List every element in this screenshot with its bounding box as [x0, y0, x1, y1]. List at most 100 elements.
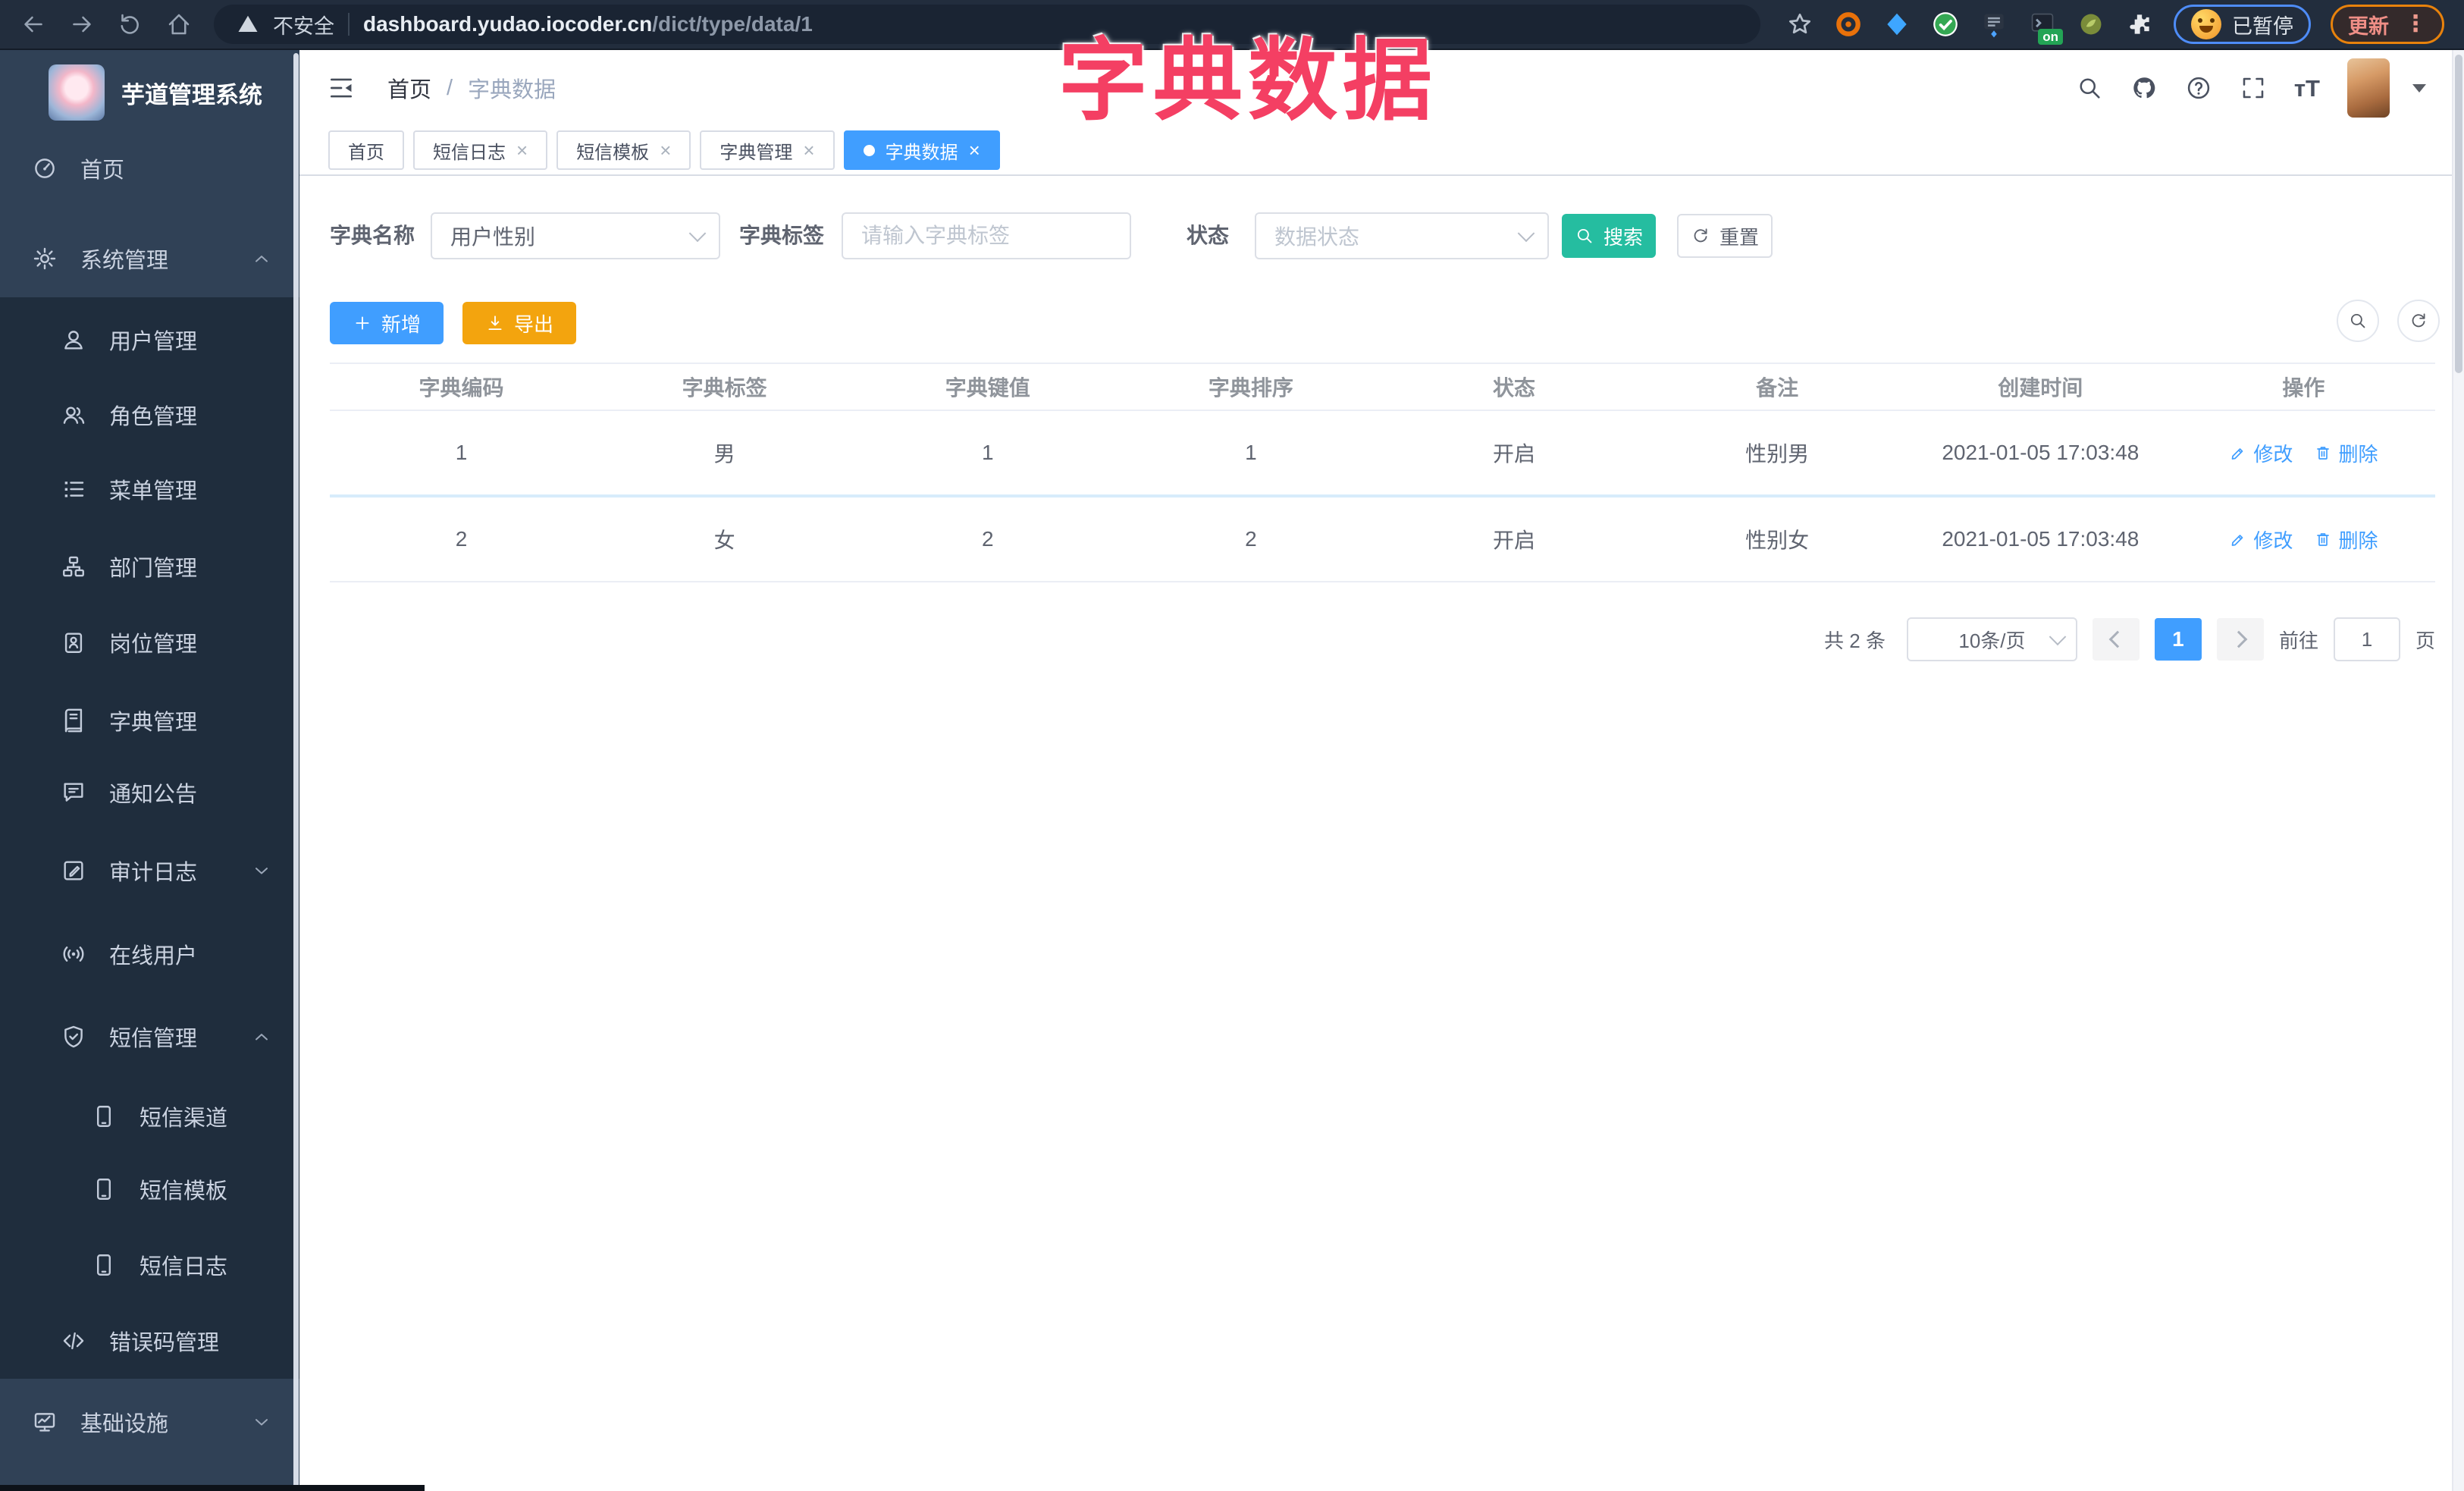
scrollbar-thumb[interactable] — [2455, 55, 2462, 373]
sidebar-item-online-users[interactable]: 在线用户 — [0, 916, 299, 992]
avatar-caret-down-icon[interactable] — [2412, 83, 2426, 93]
phone-icon — [89, 1102, 118, 1131]
reload-icon[interactable] — [117, 11, 144, 38]
close-icon[interactable] — [516, 140, 528, 160]
address-bar[interactable]: 不安全 dashboard.yudao.iocoder.cn/dict/type… — [214, 5, 1760, 44]
dict-data-table: 字典编码 字典标签 字典键值 字典排序 状态 备注 创建时间 操作 1 男 1 … — [330, 363, 2435, 582]
sidebar-item-system-mgmt[interactable]: 系统管理 — [0, 221, 299, 297]
tab-dict-mgmt[interactable]: 字典管理 — [700, 130, 835, 170]
profile-paused-chip[interactable]: 已暂停 — [2174, 5, 2311, 44]
delete-link[interactable]: 删除 — [2314, 439, 2378, 467]
update-chip[interactable]: 更新 — [2331, 5, 2444, 44]
dict-name-select[interactable]: 用户性别 — [431, 212, 720, 259]
delete-link[interactable]: 删除 — [2314, 526, 2378, 554]
close-icon[interactable] — [803, 140, 814, 160]
bottom-edge-strip — [0, 1485, 425, 1491]
breadcrumb-separator: / — [447, 75, 453, 100]
dict-label-input[interactable] — [842, 212, 1131, 259]
log-icon — [59, 856, 88, 885]
sidebar-item-role-mgmt[interactable]: 角色管理 — [0, 377, 299, 453]
sidebar-item-sms-channel[interactable]: 短信渠道 — [0, 1078, 299, 1154]
help-icon[interactable] — [2185, 74, 2212, 102]
app-logo[interactable]: 芋道管理系统 — [49, 64, 262, 121]
ext-green-check-icon[interactable] — [1931, 10, 1960, 39]
sidebar-item-post-mgmt[interactable]: 岗位管理 — [0, 604, 299, 680]
search-button[interactable]: 搜索 — [1562, 214, 1656, 258]
table-row[interactable]: 1 男 1 1 开启 性别男 2021-01-05 17:03:48 修改 删除 — [330, 411, 2435, 498]
edit-link[interactable]: 修改 — [2229, 439, 2293, 467]
next-page-button[interactable] — [2216, 618, 2264, 661]
close-icon[interactable] — [969, 140, 980, 160]
prev-page-button[interactable] — [2092, 618, 2140, 661]
dict-label-label: 字典标签 — [739, 224, 825, 247]
ext-sliders-icon[interactable] — [1980, 10, 2008, 39]
export-button[interactable]: 导出 — [462, 302, 576, 344]
bookmark-star-icon[interactable] — [1785, 10, 1814, 39]
sidebar-collapse-icon[interactable] — [327, 74, 356, 102]
sidebar-item-sms-log[interactable]: 短信日志 — [0, 1227, 299, 1303]
status-value: 开启 — [1493, 442, 1536, 466]
divider — [348, 13, 350, 36]
sidebar-item-user-mgmt[interactable]: 用户管理 — [0, 302, 299, 378]
sidebar-item-sms-mgmt[interactable]: 短信管理 — [0, 999, 299, 1075]
edit-link[interactable]: 修改 — [2229, 526, 2293, 554]
sidebar-item-notice[interactable]: 通知公告 — [0, 755, 299, 830]
page-size-select[interactable]: 10条/页 — [1906, 617, 2077, 661]
breadcrumb-home[interactable]: 首页 — [387, 72, 431, 104]
home-icon[interactable] — [165, 11, 193, 38]
add-button[interactable]: 新增 — [330, 302, 444, 344]
ext-orange-ring-icon[interactable] — [1834, 10, 1863, 39]
table-row[interactable]: 2 女 2 2 开启 性别女 2021-01-05 17:03:48 修改 删除 — [330, 498, 2435, 582]
github-icon[interactable] — [2130, 74, 2158, 102]
main-content: 字典名称 用户性别 字典标签 状态 数据状态 搜索 重置 新增 导出 — [299, 176, 2453, 1491]
tab-sms-template[interactable]: 短信模板 — [556, 130, 691, 170]
refresh-button[interactable] — [2397, 300, 2440, 342]
ext-blue-gem-icon[interactable] — [1882, 10, 1911, 39]
ext-puzzle-icon[interactable] — [2125, 10, 2154, 39]
goto-label: 前往 — [2278, 629, 2318, 652]
tab-sms-log[interactable]: 短信日志 — [413, 130, 548, 170]
sidebar-item-infrastructure[interactable]: 基础设施 — [0, 1384, 299, 1460]
goto-page-input[interactable] — [2333, 617, 2400, 661]
sidebar: 芋道管理系统 首页 系统管理 用户管理 角色管理 菜单管理 部门管理 岗位管理 … — [0, 50, 299, 1491]
search-icon[interactable] — [2076, 74, 2103, 102]
font-size-icon[interactable] — [2294, 77, 2320, 100]
breadcrumb-current: 字典数据 — [468, 78, 556, 102]
close-icon[interactable] — [660, 140, 671, 160]
url-text: dashboard.yudao.iocoder.cn/dict/type/dat… — [363, 12, 813, 36]
sidebar-scrollbar[interactable] — [293, 53, 299, 1491]
forward-icon[interactable] — [68, 11, 96, 38]
tab-home[interactable]: 首页 — [328, 130, 404, 170]
tab-dict-data[interactable]: 字典数据 — [843, 130, 1000, 170]
sidebar-item-dept-mgmt[interactable]: 部门管理 — [0, 529, 299, 604]
monitor-icon — [30, 1408, 59, 1436]
browser-menu-icon[interactable] — [2404, 13, 2427, 36]
sidebar-item-menu-mgmt[interactable]: 菜单管理 — [0, 451, 299, 527]
back-icon[interactable] — [20, 11, 47, 38]
sidebar-item-error-code[interactable]: 错误码管理 — [0, 1303, 299, 1379]
org-tree-icon — [59, 552, 88, 581]
reset-button[interactable]: 重置 — [1677, 214, 1773, 258]
sidebar-item-audit-log[interactable]: 审计日志 — [0, 833, 299, 909]
phone-icon — [89, 1251, 118, 1279]
status-value: 开启 — [1493, 529, 1536, 552]
sidebar-item-home[interactable]: 首页 — [0, 130, 299, 206]
security-label: 不安全 — [273, 14, 334, 38]
sidebar-item-sms-template[interactable]: 短信模板 — [0, 1151, 299, 1227]
active-dot-icon — [863, 144, 875, 156]
sidebar-item-dict-mgmt[interactable]: 字典管理 — [0, 683, 299, 758]
fullscreen-icon[interactable] — [2240, 74, 2267, 102]
current-page-button[interactable]: 1 — [2154, 618, 2202, 661]
paused-label: 已暂停 — [2232, 14, 2293, 38]
page-scrollbar[interactable] — [2452, 50, 2464, 1491]
users-icon — [59, 400, 88, 429]
ext-leaf-icon[interactable] — [2077, 10, 2105, 39]
badge-icon — [59, 628, 88, 657]
toggle-search-button[interactable] — [2337, 300, 2379, 342]
user-avatar[interactable] — [2347, 58, 2390, 118]
overlay-page-title: 字典数据 — [1058, 31, 1438, 131]
chevron-down-icon — [688, 224, 707, 243]
status-label: 状态 — [1187, 224, 1230, 247]
status-select[interactable]: 数据状态 — [1255, 212, 1549, 259]
ext-terminal-on-icon[interactable]: on — [2028, 10, 2063, 45]
